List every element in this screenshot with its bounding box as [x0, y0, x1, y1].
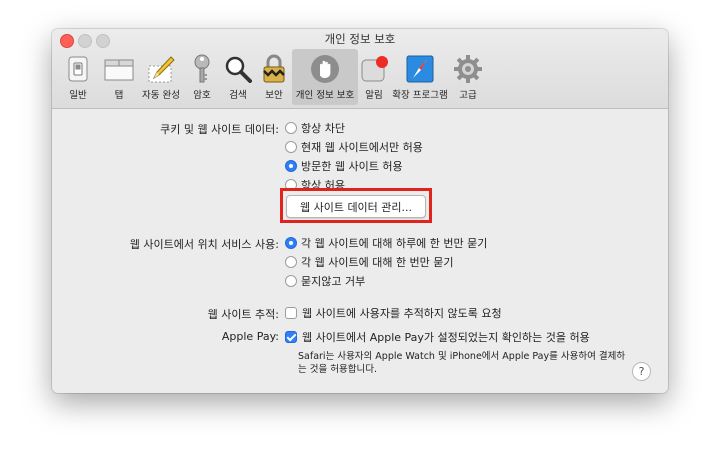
- applepay-label: Apple Pay:: [221, 330, 279, 343]
- cookies-option-always-allow[interactable]: 항상 허용: [285, 177, 345, 193]
- privacy-pane: 쿠키 및 웹 사이트 데이터: 항상 차단 현재 웹 사이트에서만 허용 방문한…: [52, 109, 668, 393]
- tab-general-label: 일반: [69, 90, 87, 101]
- tab-general[interactable]: 일반: [56, 49, 100, 105]
- radio-button[interactable]: [285, 275, 297, 287]
- tabs-icon: [103, 53, 135, 85]
- tab-search[interactable]: 검색: [220, 49, 256, 105]
- location-option-deny[interactable]: 묻지않고 거부: [285, 273, 365, 289]
- tab-tabs-label: 탭: [114, 90, 124, 101]
- puzzle-icon: [404, 53, 436, 85]
- location-option-once[interactable]: 각 웹 사이트에 대해 한 번만 묻기: [285, 254, 454, 270]
- cookies-label: 쿠키 및 웹 사이트 데이터:: [160, 123, 279, 136]
- tab-advanced-label: 고급: [459, 90, 477, 101]
- tab-privacy[interactable]: 개인 정보 보호: [292, 49, 358, 105]
- do-not-track-checkbox[interactable]: [285, 307, 297, 319]
- preferences-window: 개인 정보 보호 일반 탭 자동 완성 암호 검색 보안 개인 정보 보호 알림…: [52, 29, 668, 393]
- key-icon: [186, 53, 218, 85]
- tracking-label: 웹 사이트 추적:: [207, 308, 279, 321]
- tab-security-label: 보안: [265, 90, 283, 101]
- tab-passwords-label: 암호: [193, 90, 211, 101]
- tab-notifications-label: 알림: [365, 90, 383, 101]
- tab-search-label: 검색: [229, 90, 247, 101]
- location-label: 웹 사이트에서 위치 서비스 사용:: [129, 238, 279, 251]
- tab-security[interactable]: 보안: [256, 49, 292, 105]
- gear-icon: [452, 53, 484, 85]
- do-not-track-option[interactable]: 웹 사이트에 사용자를 추적하지 않도록 요청: [285, 305, 502, 321]
- applepay-checkbox[interactable]: [285, 331, 297, 343]
- hand-icon: [309, 53, 341, 85]
- tab-passwords[interactable]: 암호: [184, 49, 220, 105]
- tab-privacy-label: 개인 정보 보호: [295, 90, 355, 101]
- cookies-option-current-site[interactable]: 현재 웹 사이트에서만 허용: [285, 139, 423, 155]
- radio-button[interactable]: [285, 122, 297, 134]
- autofill-pencil-icon: [145, 53, 177, 85]
- padlock-icon: [258, 53, 290, 85]
- tab-notifications[interactable]: 알림: [358, 49, 390, 105]
- tab-autofill-label: 자동 완성: [142, 90, 180, 101]
- title-bar: 개인 정보 보호 일반 탭 자동 완성 암호 검색 보안 개인 정보 보호 알림…: [52, 29, 668, 109]
- tab-extensions[interactable]: 확장 프로그램: [390, 49, 450, 105]
- applepay-option[interactable]: 웹 사이트에서 Apple Pay가 설정되었는지 확인하는 것을 허용: [285, 329, 590, 345]
- applepay-note: Safari는 사용자의 Apple Watch 및 iPhone에서 Appl…: [298, 351, 626, 375]
- cookies-option-always-block[interactable]: 항상 차단: [285, 120, 345, 136]
- preferences-toolbar: 일반 탭 자동 완성 암호 검색 보안 개인 정보 보호 알림 확장 프로그램 …: [56, 49, 486, 105]
- tab-extensions-label: 확장 프로그램: [392, 90, 448, 101]
- tab-advanced[interactable]: 고급: [450, 49, 486, 105]
- tab-autofill[interactable]: 자동 완성: [138, 49, 184, 105]
- radio-button[interactable]: [285, 256, 297, 268]
- notification-icon: [358, 53, 390, 85]
- radio-button[interactable]: [285, 141, 297, 153]
- radio-button[interactable]: [285, 179, 297, 191]
- help-button[interactable]: ?: [632, 362, 651, 381]
- window-title: 개인 정보 보호: [324, 32, 396, 46]
- general-switch-icon: [62, 53, 94, 85]
- radio-button-selected[interactable]: [285, 237, 297, 249]
- radio-button-selected[interactable]: [285, 160, 297, 172]
- location-option-once-per-day[interactable]: 각 웹 사이트에 대해 하루에 한 번만 묻기: [285, 235, 487, 251]
- cookies-option-visited-sites[interactable]: 방문한 웹 사이트 허용: [285, 158, 403, 174]
- manage-website-data-button[interactable]: 웹 사이트 데이터 관리...: [286, 195, 426, 218]
- magnifier-icon: [222, 53, 254, 85]
- tab-tabs[interactable]: 탭: [100, 49, 138, 105]
